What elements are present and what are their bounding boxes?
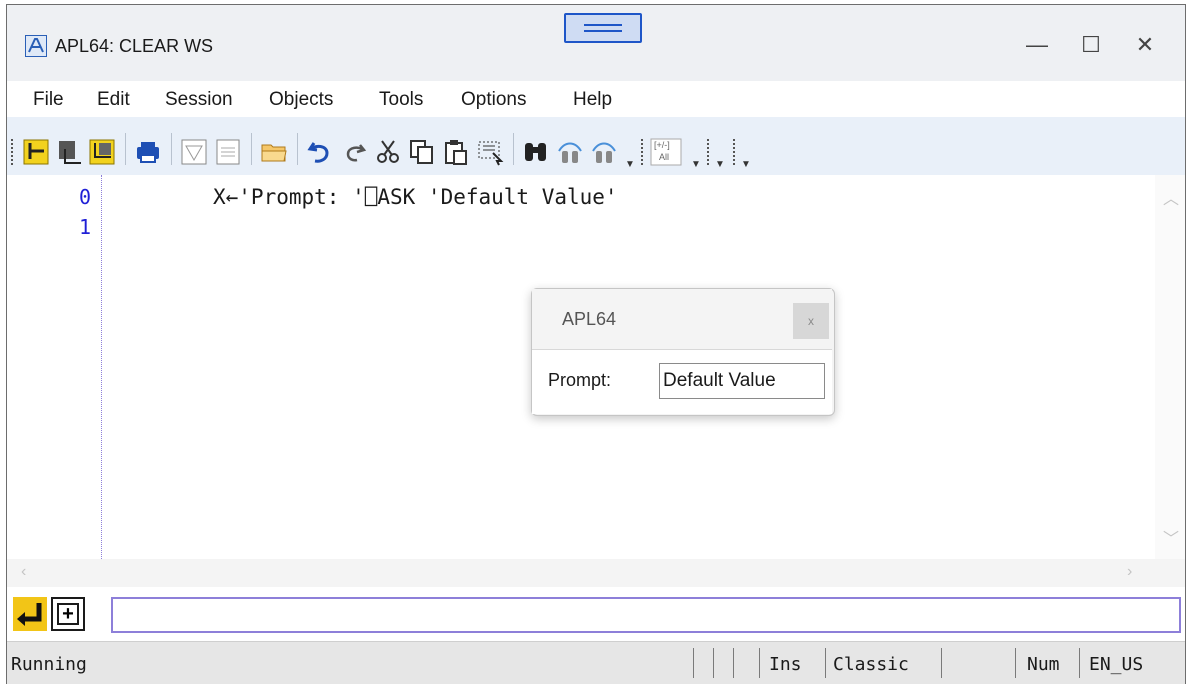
find-next-icon[interactable] — [589, 137, 619, 167]
status-separator — [713, 648, 714, 678]
plus-icon: + — [57, 603, 79, 625]
scroll-down-icon[interactable]: ﹀ — [1163, 525, 1179, 549]
dialog-title-bar[interactable]: APL64 x — [532, 289, 832, 350]
toggle-all-label-top: [+/-] — [654, 140, 670, 150]
status-separator — [733, 648, 734, 678]
copy-icon[interactable] — [407, 137, 437, 167]
numlock-indicator: Num — [1027, 654, 1060, 675]
session-input-bar: + — [7, 593, 1185, 635]
toolbar-separator — [251, 133, 252, 165]
redo-icon[interactable] — [339, 137, 369, 167]
status-separator — [825, 648, 826, 678]
toolbar-grip[interactable] — [733, 139, 737, 165]
toolbar-grip[interactable] — [11, 139, 15, 165]
toolbar-grip[interactable] — [707, 139, 711, 165]
line-down-icon[interactable] — [55, 137, 85, 167]
keyboard-mode-indicator: Classic — [833, 654, 909, 675]
toolbar-dropdown-arrow[interactable]: ▼ — [715, 159, 725, 170]
status-bar: Running Ins Classic Num EN_US — [7, 641, 1185, 684]
print-icon[interactable] — [133, 137, 163, 167]
toolbar-dropdown-arrow[interactable]: ▼ — [625, 159, 635, 170]
title-bar[interactable]: APL64: CLEAR WS — ☐ ✕ — [7, 5, 1185, 81]
scroll-right-icon[interactable]: › — [1127, 563, 1132, 581]
session-input[interactable] — [111, 597, 1181, 633]
toolbar-separator — [125, 133, 126, 165]
scroll-left-icon[interactable]: ‹ — [21, 563, 26, 581]
toolbar-separator — [171, 133, 172, 165]
status-separator — [941, 648, 942, 678]
menu-file[interactable]: File — [33, 89, 64, 111]
status-separator — [759, 648, 760, 678]
toolbar-dropdown-arrow[interactable]: ▼ — [691, 159, 701, 170]
find-prev-icon[interactable] — [555, 137, 585, 167]
cut-icon[interactable] — [373, 137, 403, 167]
scroll-up-icon[interactable]: ︿ — [1163, 185, 1179, 209]
filter-icon[interactable] — [179, 137, 209, 167]
toggle-all-icon[interactable]: [+/-] All — [649, 137, 683, 167]
status-text: Running — [11, 654, 87, 675]
execute-button[interactable] — [13, 597, 47, 631]
dialog-close-button[interactable]: x — [793, 303, 829, 339]
toggle-all-label-bottom: All — [659, 152, 670, 162]
dialog-title: APL64 — [562, 309, 617, 329]
line-number-gutter: 0 1 — [7, 175, 102, 559]
close-button[interactable]: ✕ — [1123, 29, 1167, 61]
insert-mode-indicator: Ins — [769, 654, 802, 675]
menu-edit[interactable]: Edit — [97, 89, 130, 111]
horizontal-scrollbar[interactable]: ‹ › — [7, 559, 1185, 587]
maximize-button[interactable]: ☐ — [1069, 29, 1113, 61]
dialog-body: Prompt: — [532, 350, 832, 414]
paste-icon[interactable] — [441, 137, 471, 167]
toolbar-separator — [513, 133, 514, 165]
menu-options[interactable]: Options — [461, 89, 526, 111]
toolbar-separator — [297, 133, 298, 165]
line-end-icon[interactable] — [87, 137, 117, 167]
toolbar-dropdown-arrow[interactable]: ▼ — [741, 159, 751, 170]
document-icon[interactable] — [213, 137, 243, 167]
prompt-input[interactable] — [659, 363, 825, 399]
menu-bar: File Edit Session Objects Tools Options … — [7, 83, 1185, 117]
menu-tools[interactable]: Tools — [379, 89, 423, 111]
locale-indicator: EN_US — [1089, 654, 1144, 675]
code-line[interactable]: X←'Prompt: '⎕ASK 'Default Value' — [213, 185, 618, 209]
line-number: 0 — [78, 185, 91, 209]
select-icon[interactable] — [475, 137, 505, 167]
undo-icon[interactable] — [305, 137, 335, 167]
toolbar-grip[interactable] — [641, 139, 645, 165]
status-separator — [1079, 648, 1080, 678]
drag-handle[interactable] — [564, 13, 642, 43]
ask-dialog: APL64 x Prompt: — [531, 288, 835, 416]
prompt-label: Prompt: — [548, 370, 612, 390]
vertical-scrollbar[interactable]: ︿ ﹀ — [1155, 175, 1185, 559]
minimize-button[interactable]: — — [1015, 29, 1059, 61]
status-separator — [693, 648, 694, 678]
menu-help[interactable]: Help — [573, 89, 612, 111]
line-number: 1 — [78, 215, 91, 239]
window-title: APL64: CLEAR WS — [55, 36, 214, 56]
toolbar: ▼ [+/-] All ▼ ▼ ▼ — [7, 117, 1185, 175]
apl64-app-icon[interactable] — [25, 35, 47, 57]
find-icon[interactable] — [521, 137, 551, 167]
status-separator — [1015, 648, 1016, 678]
menu-session[interactable]: Session — [165, 89, 233, 111]
menu-objects[interactable]: Objects — [269, 89, 333, 111]
line-start-icon[interactable] — [21, 137, 51, 167]
expand-button[interactable]: + — [51, 597, 85, 631]
open-folder-icon[interactable] — [259, 137, 289, 167]
